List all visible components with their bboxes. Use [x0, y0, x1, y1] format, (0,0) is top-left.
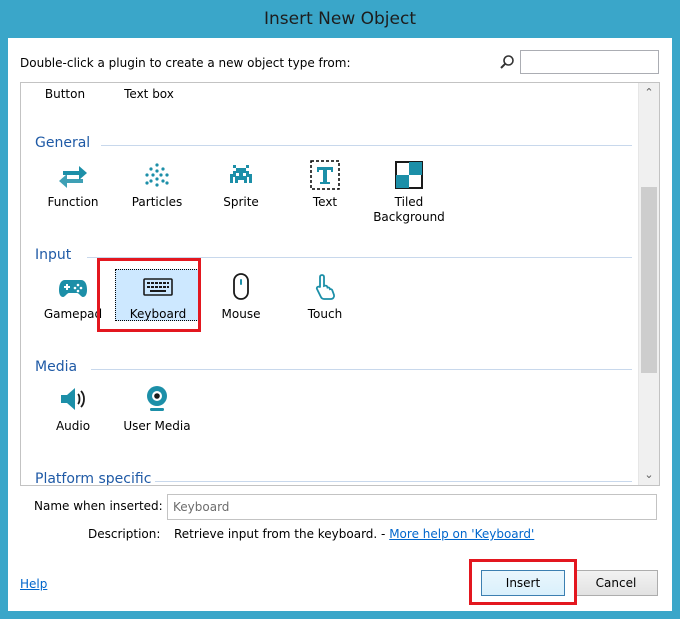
plugin-label: Touch	[307, 307, 343, 321]
mouse-icon	[233, 273, 249, 300]
list-scrollbar[interactable]: ⌃ ⌄	[638, 83, 659, 485]
particles-icon	[145, 163, 169, 187]
instruction-text: Double-click a plugin to create a new ob…	[20, 56, 351, 70]
scrollbar-thumb[interactable]	[641, 187, 657, 373]
text-icon	[310, 160, 340, 190]
plugin-item-user-media[interactable]: User Media	[115, 383, 199, 434]
category-divider	[91, 369, 632, 370]
tiled-background-icon	[395, 161, 423, 189]
plugin-label: Text	[312, 195, 338, 209]
insert-new-object-dialog: Insert New Object Double-click a plugin …	[0, 0, 680, 619]
plugin-item-touch[interactable]: Touch	[283, 271, 367, 322]
keyboard-highlight-box	[97, 258, 201, 332]
insert-highlight-box	[469, 559, 577, 605]
description-label: Description:	[88, 527, 161, 541]
plugin-item-function[interactable]: Function	[31, 159, 115, 210]
name-when-inserted-input[interactable]	[167, 494, 657, 520]
plugin-item-button[interactable]: Button	[23, 83, 107, 102]
plugin-label: Function	[47, 195, 99, 209]
description-body: Retrieve input from the keyboard. -	[174, 527, 390, 541]
category-general: General	[35, 135, 91, 151]
plugin-item-text-box[interactable]: Text box	[107, 83, 191, 102]
plugin-label: Button	[44, 87, 86, 101]
plugin-label: Text box	[124, 87, 174, 101]
plugin-item-tiled-background[interactable]: Tiled Background	[367, 159, 451, 225]
function-icon	[59, 166, 87, 188]
more-help-link[interactable]: More help on 'Keyboard'	[389, 527, 534, 541]
cancel-button[interactable]: Cancel	[574, 570, 658, 596]
plugin-item-mouse[interactable]: Mouse	[199, 271, 283, 322]
plugin-item-particles[interactable]: Particles	[115, 159, 199, 210]
plugin-label: Tiled Background	[373, 195, 445, 224]
window-title: Insert New Object	[263, 9, 416, 29]
scroll-up-arrow-icon[interactable]: ⌃	[639, 83, 659, 103]
plugin-label: Mouse	[221, 307, 261, 321]
plugin-item-audio[interactable]: Audio	[31, 383, 115, 434]
plugin-item-text[interactable]: Text	[283, 159, 367, 210]
gamepad-icon	[59, 280, 87, 297]
category-divider	[155, 481, 632, 482]
dialog-client-area: Double-click a plugin to create a new ob…	[8, 38, 672, 611]
search-input[interactable]	[520, 50, 659, 74]
help-link[interactable]: Help	[20, 577, 47, 591]
name-when-inserted-label: Name when inserted:	[34, 499, 163, 513]
plugin-label: User Media	[123, 419, 191, 433]
plugin-label: Audio	[55, 419, 91, 433]
plugin-label: Sprite	[223, 195, 259, 209]
description-text: Retrieve input from the keyboard. - More…	[174, 527, 534, 541]
user-media-icon	[147, 386, 167, 411]
scroll-down-arrow-icon[interactable]: ⌄	[639, 465, 659, 485]
plugin-item-sprite[interactable]: Sprite	[199, 159, 283, 210]
category-platform-specific: Platform specific	[35, 471, 152, 485]
category-divider	[101, 145, 632, 146]
audio-icon	[61, 388, 85, 410]
sprite-icon	[230, 165, 252, 183]
plugin-label: Particles	[131, 195, 183, 209]
search-icon	[500, 55, 514, 69]
category-media: Media	[35, 359, 78, 375]
touch-icon	[315, 274, 335, 300]
category-input: Input	[35, 247, 72, 263]
